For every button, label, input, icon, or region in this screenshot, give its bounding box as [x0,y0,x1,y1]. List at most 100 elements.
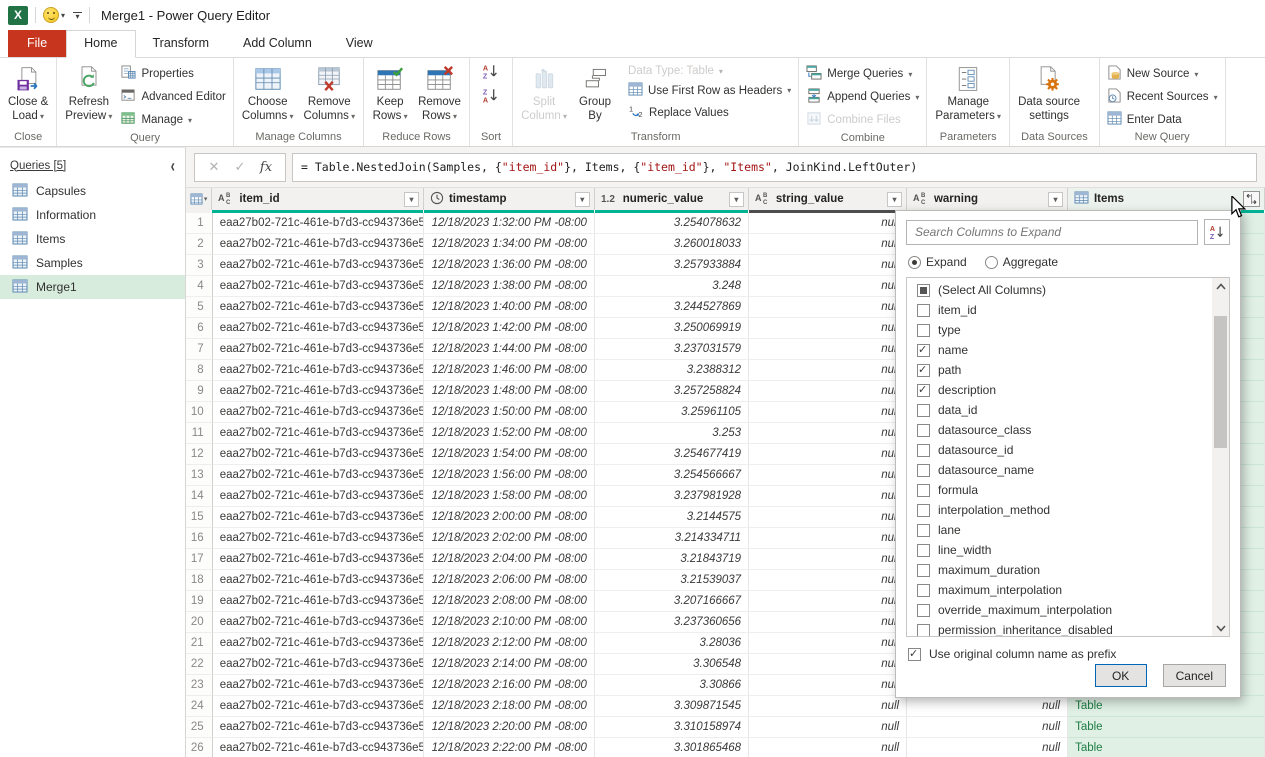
expand-column-option[interactable]: item_id [907,300,1211,320]
tab-file[interactable]: File [8,30,66,57]
expand-column-option[interactable]: data_id [907,400,1211,420]
cell-timestamp[interactable]: 12/18/2023 2:18:00 PM -08:00 [424,696,595,717]
tab-transform[interactable]: Transform [136,31,227,57]
cell-timestamp[interactable]: 12/18/2023 1:54:00 PM -08:00 [424,444,595,465]
cell-string_value[interactable]: null [749,612,907,633]
cell-string_value[interactable]: null [749,675,907,696]
cell-item_id[interactable]: eaa27b02-721c-461e-b7d3-cc943736e559 [213,297,425,318]
cell-string_value[interactable]: null [749,381,907,402]
cell-timestamp[interactable]: 12/18/2023 2:08:00 PM -08:00 [424,591,595,612]
close-and-load-button[interactable]: Close & Load [3,60,53,129]
cell-string_value[interactable]: null [749,402,907,423]
use-first-row-as-headers-button[interactable]: Use First Row as Headers [624,81,795,100]
cell-warning[interactable]: null [907,738,1068,757]
cell-item_id[interactable]: eaa27b02-721c-461e-b7d3-cc943736e559 [213,360,425,381]
cell-timestamp[interactable]: 12/18/2023 1:40:00 PM -08:00 [424,297,595,318]
row-number[interactable]: 7 [186,339,213,360]
filter-dropdown-icon[interactable] [887,192,902,207]
cell-numeric_value[interactable]: 3.25961105 [595,402,749,423]
cancel-button[interactable]: Cancel [1163,664,1226,687]
row-number[interactable]: 15 [186,507,213,528]
checkbox-icon[interactable] [917,404,930,417]
expand-column-option[interactable]: maximum_duration [907,560,1211,580]
cell-item_id[interactable]: eaa27b02-721c-461e-b7d3-cc943736e559 [213,465,425,486]
row-number[interactable]: 24 [186,696,213,717]
cell-timestamp[interactable]: 12/18/2023 1:58:00 PM -08:00 [424,486,595,507]
checkbox-icon[interactable] [917,624,930,637]
cell-numeric_value[interactable]: 3.2144575 [595,507,749,528]
row-number[interactable]: 23 [186,675,213,696]
cell-timestamp[interactable]: 12/18/2023 2:02:00 PM -08:00 [424,528,595,549]
refresh-preview-button[interactable]: Refresh Preview [60,60,117,130]
sidebar-item-information[interactable]: Information [0,203,185,227]
cell-string_value[interactable]: null [749,360,907,381]
checkbox-icon[interactable] [917,464,930,477]
column-header-timestamp[interactable]: timestamp [424,188,595,210]
cell-item_id[interactable]: eaa27b02-721c-461e-b7d3-cc943736e559 [213,234,425,255]
checkbox-icon[interactable] [917,524,930,537]
cell-string_value[interactable]: null [749,486,907,507]
search-columns-input[interactable] [906,220,1198,245]
row-number[interactable]: 26 [186,738,213,757]
text-type-icon[interactable]: ABC [218,191,234,207]
cell-string_value[interactable]: null [749,528,907,549]
filter-dropdown-icon[interactable] [1048,192,1063,207]
prefix-checkbox-icon[interactable] [908,648,921,661]
expand-column-option[interactable]: interpolation_method [907,500,1211,520]
cell-string_value[interactable]: null [749,444,907,465]
row-number[interactable]: 14 [186,486,213,507]
select-all-corner-button[interactable] [186,188,212,210]
cell-numeric_value[interactable]: 3.21843719 [595,549,749,570]
cell-numeric_value[interactable]: 3.310158974 [595,717,749,738]
tab-view[interactable]: View [329,31,390,57]
filter-dropdown-icon[interactable] [575,192,590,207]
append-queries-button[interactable]: Append Queries [802,87,923,107]
cell-string_value[interactable]: null [749,507,907,528]
cell-items[interactable]: Table [1068,738,1265,757]
scrollbar-thumb[interactable] [1214,316,1227,448]
checkbox-icon[interactable] [917,304,930,317]
cell-timestamp[interactable]: 12/18/2023 1:52:00 PM -08:00 [424,423,595,444]
cell-item_id[interactable]: eaa27b02-721c-461e-b7d3-cc943736e559 [213,612,425,633]
expand-column-option[interactable]: formula [907,480,1211,500]
text-type-icon[interactable]: ABC [755,191,771,207]
expand-column-option[interactable]: path [907,360,1211,380]
cell-numeric_value[interactable]: 3.309871545 [595,696,749,717]
formula-cancel-icon[interactable] [201,159,227,175]
row-number[interactable]: 21 [186,633,213,654]
cell-timestamp[interactable]: 12/18/2023 1:44:00 PM -08:00 [424,339,595,360]
cell-item_id[interactable]: eaa27b02-721c-461e-b7d3-cc943736e559 [213,402,425,423]
row-number[interactable]: 13 [186,465,213,486]
cell-timestamp[interactable]: 12/18/2023 2:06:00 PM -08:00 [424,570,595,591]
cell-item_id[interactable]: eaa27b02-721c-461e-b7d3-cc943736e559 [213,486,425,507]
expand-column-option[interactable]: datasource_class [907,420,1211,440]
cell-item_id[interactable]: eaa27b02-721c-461e-b7d3-cc943736e559 [213,717,425,738]
row-number[interactable]: 8 [186,360,213,381]
expand-column-option[interactable]: lane [907,520,1211,540]
cell-item_id[interactable]: eaa27b02-721c-461e-b7d3-cc943736e559 [213,696,425,717]
cell-numeric_value[interactable]: 3.254677419 [595,444,749,465]
cell-string_value[interactable]: null [749,549,907,570]
advanced-editor-button[interactable]: Advanced Editor [117,87,229,107]
row-number[interactable]: 9 [186,381,213,402]
column-header-item_id[interactable]: ABCitem_id [212,188,424,210]
expand-column-option[interactable]: name [907,340,1211,360]
properties-button[interactable]: Properties [117,64,229,84]
group-by-button[interactable]: Group By [572,60,618,129]
cell-item_id[interactable]: eaa27b02-721c-461e-b7d3-cc943736e559 [213,654,425,675]
listbox-scrollbar[interactable] [1212,278,1229,636]
cell-numeric_value[interactable]: 3.30866 [595,675,749,696]
merge-queries-button[interactable]: Merge Queries [802,64,923,84]
cell-item_id[interactable]: eaa27b02-721c-461e-b7d3-cc943736e559 [213,276,425,297]
cell-numeric_value[interactable]: 3.257933884 [595,255,749,276]
column-header-string_value[interactable]: ABCstring_value [749,188,907,210]
tab-add-column[interactable]: Add Column [226,31,329,57]
row-number[interactable]: 5 [186,297,213,318]
checkbox-icon[interactable] [917,284,930,297]
cell-item_id[interactable]: eaa27b02-721c-461e-b7d3-cc943736e559 [213,255,425,276]
checkbox-icon[interactable] [917,564,930,577]
cell-numeric_value[interactable]: 3.301865468 [595,738,749,757]
radio-aggregate[interactable]: Aggregate [985,255,1058,269]
cell-timestamp[interactable]: 12/18/2023 1:34:00 PM -08:00 [424,234,595,255]
cell-items[interactable]: Table [1068,717,1265,738]
